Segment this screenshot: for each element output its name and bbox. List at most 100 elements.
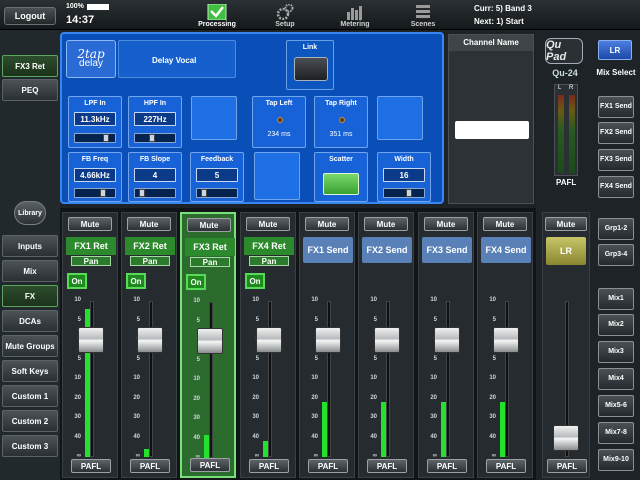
pafl-button[interactable]: PAFL bbox=[71, 459, 111, 473]
mix-select-mix9-10[interactable]: Mix9-10 bbox=[598, 449, 634, 471]
fader-cap[interactable] bbox=[315, 327, 341, 353]
mix-select-mix2[interactable]: Mix2 bbox=[598, 314, 634, 336]
hpf-in-value[interactable]: 227Hz bbox=[134, 112, 176, 126]
fader-cap[interactable] bbox=[78, 327, 104, 353]
pafl-button[interactable]: PAFL bbox=[308, 459, 348, 473]
mute-button[interactable]: Mute bbox=[364, 217, 408, 231]
fader-cap[interactable] bbox=[137, 327, 163, 353]
mix-select-mix3[interactable]: Mix3 bbox=[598, 341, 634, 363]
pafl-button[interactable]: PAFL bbox=[190, 458, 230, 472]
layer-dcas[interactable]: DCAs bbox=[2, 310, 58, 332]
layer-soft-keys[interactable]: Soft Keys bbox=[2, 360, 58, 382]
layer-mute-groups[interactable]: Mute Groups bbox=[2, 335, 58, 357]
tab-scenes[interactable]: Scenes bbox=[392, 0, 454, 30]
channel-name[interactable]: FX4 Ret bbox=[244, 237, 294, 255]
on-button[interactable]: On bbox=[245, 273, 265, 289]
mix-select-fx4-send[interactable]: FX4 Send bbox=[598, 176, 634, 198]
mix-select-mix1[interactable]: Mix1 bbox=[598, 288, 634, 310]
lr-mute-button[interactable]: Mute bbox=[545, 217, 587, 231]
pafl-button[interactable]: PAFL bbox=[486, 459, 526, 473]
mute-button[interactable]: Mute bbox=[424, 217, 468, 231]
fb-freq-value[interactable]: 4.66kHz bbox=[74, 168, 116, 182]
fader-cap[interactable] bbox=[197, 328, 223, 354]
on-button[interactable]: On bbox=[186, 274, 206, 290]
fader-cap[interactable] bbox=[493, 327, 519, 353]
mix-select-grp1-2[interactable]: Grp1-2 bbox=[598, 218, 634, 240]
feedback-value[interactable]: 5 bbox=[196, 168, 238, 182]
channel-name[interactable]: FX4 Send bbox=[481, 237, 531, 263]
slider-handle[interactable] bbox=[103, 134, 109, 142]
fader-cap[interactable] bbox=[256, 327, 282, 353]
channel-name[interactable]: FX3 Ret bbox=[185, 238, 235, 256]
mix-select-lr-button[interactable]: LR bbox=[598, 40, 632, 60]
gears-icon bbox=[276, 4, 294, 20]
pan-button[interactable]: Pan bbox=[130, 256, 170, 266]
fb-slope-value[interactable]: 4 bbox=[134, 168, 176, 182]
channel-name-input[interactable] bbox=[455, 121, 529, 139]
lpf-in-value[interactable]: 11.3kHz bbox=[74, 112, 116, 126]
slider-handle[interactable] bbox=[201, 189, 207, 197]
pan-button[interactable]: Pan bbox=[190, 257, 230, 267]
sidebar-item-peq[interactable]: PEQ bbox=[2, 79, 58, 101]
mute-button[interactable]: Mute bbox=[127, 217, 171, 231]
fb-freq-slider[interactable] bbox=[74, 188, 116, 198]
mute-button[interactable]: Mute bbox=[305, 217, 349, 231]
scatter-toggle[interactable] bbox=[323, 173, 359, 195]
pafl-button[interactable]: PAFL bbox=[427, 459, 467, 473]
tab-processing[interactable]: Processing bbox=[186, 0, 248, 30]
lr-pafl-button[interactable]: PAFL bbox=[547, 459, 587, 473]
mix-select-mix7-8[interactable]: Mix7-8 bbox=[598, 422, 634, 444]
fb-slope-slider[interactable] bbox=[134, 188, 176, 198]
mute-button[interactable]: Mute bbox=[483, 217, 527, 231]
mix-select-grp3-4[interactable]: Grp3-4 bbox=[598, 244, 634, 266]
tab-setup[interactable]: Setup bbox=[254, 0, 316, 30]
sidebar-item-fx3-ret[interactable]: FX3 Ret bbox=[2, 55, 58, 77]
mute-button[interactable]: Mute bbox=[68, 217, 112, 231]
channel-name[interactable]: FX2 Send bbox=[362, 237, 412, 263]
pafl-button[interactable]: PAFL bbox=[249, 459, 289, 473]
layer-custom-2[interactable]: Custom 2 bbox=[2, 410, 58, 432]
link-button[interactable] bbox=[294, 57, 328, 81]
layer-custom-1[interactable]: Custom 1 bbox=[2, 385, 58, 407]
layer-inputs[interactable]: Inputs bbox=[2, 235, 58, 257]
slider-handle[interactable] bbox=[406, 189, 412, 197]
mix-select-fx3-send[interactable]: FX3 Send bbox=[598, 149, 634, 171]
scale-label: 10 bbox=[133, 375, 140, 381]
mix-select-mix4[interactable]: Mix4 bbox=[598, 368, 634, 390]
channel-name[interactable]: FX2 Ret bbox=[125, 237, 175, 255]
pafl-button[interactable]: PAFL bbox=[367, 459, 407, 473]
width-value[interactable]: 16 bbox=[383, 168, 425, 182]
pan-button[interactable]: Pan bbox=[249, 256, 289, 266]
width-slider[interactable] bbox=[383, 188, 425, 198]
lr-fader-cap[interactable] bbox=[553, 425, 579, 451]
tab-metering[interactable]: Metering bbox=[324, 0, 386, 30]
scale-label: 10 bbox=[133, 297, 140, 303]
fader-cap[interactable] bbox=[374, 327, 400, 353]
layer-fx[interactable]: FX bbox=[2, 285, 58, 307]
channel-name[interactable]: FX3 Send bbox=[422, 237, 472, 263]
lpf-in-slider[interactable] bbox=[74, 133, 116, 143]
slider-handle[interactable] bbox=[100, 189, 106, 197]
layer-custom-3[interactable]: Custom 3 bbox=[2, 435, 58, 457]
preset-name: Delay Vocal bbox=[152, 56, 197, 65]
mute-button[interactable]: Mute bbox=[246, 217, 290, 231]
channel-name[interactable]: FX1 Ret bbox=[66, 237, 116, 255]
on-button[interactable]: On bbox=[126, 273, 146, 289]
mix-select-mix5-6[interactable]: Mix5-6 bbox=[598, 395, 634, 417]
mix-select-fx2-send[interactable]: FX2 Send bbox=[598, 122, 634, 144]
feedback-slider[interactable] bbox=[196, 188, 238, 198]
channel-name[interactable]: FX1 Send bbox=[303, 237, 353, 263]
library-button[interactable]: Library bbox=[14, 201, 46, 225]
hpf-in-slider[interactable] bbox=[134, 133, 176, 143]
scale-label: 5 bbox=[433, 317, 437, 323]
fader-cap[interactable] bbox=[434, 327, 460, 353]
pafl-button[interactable]: PAFL bbox=[130, 459, 170, 473]
pan-button[interactable]: Pan bbox=[71, 256, 111, 266]
layer-mix[interactable]: Mix bbox=[2, 260, 58, 282]
slider-handle[interactable] bbox=[139, 189, 145, 197]
logout-button[interactable]: Logout bbox=[4, 7, 56, 25]
on-button[interactable]: On bbox=[67, 273, 87, 289]
mix-select-fx1-send[interactable]: FX1 Send bbox=[598, 96, 634, 118]
slider-handle[interactable] bbox=[149, 134, 155, 142]
mute-button[interactable]: Mute bbox=[187, 218, 231, 232]
